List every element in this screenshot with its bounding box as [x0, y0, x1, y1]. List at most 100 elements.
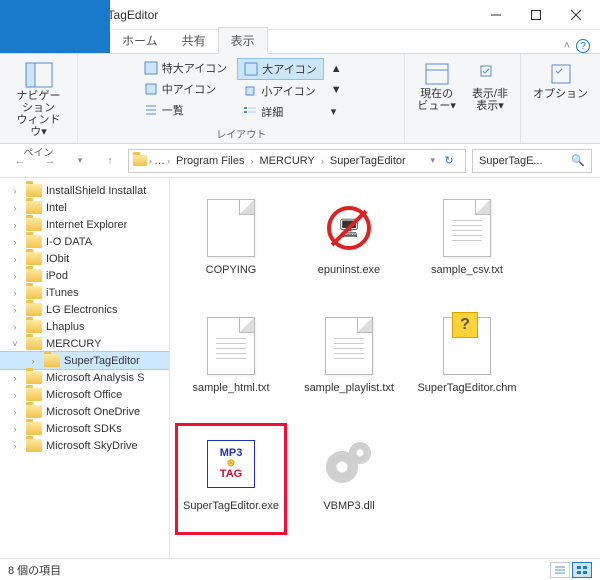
tree-item-label: Lhaplus	[46, 321, 85, 333]
tree-item[interactable]: ˅MERCURY	[0, 335, 169, 352]
show-hide-button[interactable]: 表示/非 表示▾	[466, 58, 514, 116]
tree-item[interactable]: ›SuperTagEditor	[0, 352, 169, 369]
layout-options: 特大アイコン 中アイコン 一覧 大アイコン 小アイコン 詳細 ▲ ▼ ▾	[138, 58, 345, 122]
expand-icon[interactable]: ›	[8, 186, 22, 196]
breadcrumb-item[interactable]: SuperTagEditor	[326, 155, 410, 167]
tree-item-label: Microsoft SkyDrive	[46, 440, 138, 452]
file-icon: 🖥	[321, 196, 377, 260]
folder-icon	[26, 422, 42, 435]
tree-item[interactable]: ›I-O DATA	[0, 233, 169, 250]
tab-view[interactable]: 表示	[218, 27, 268, 54]
collapse-ribbon-icon[interactable]: ˄	[564, 40, 570, 52]
layout-list[interactable]: 一覧	[138, 100, 233, 120]
layout-detail[interactable]: 詳細	[237, 102, 323, 122]
nav-pane-button[interactable]: ナビゲーション ウィンドウ▾	[6, 58, 71, 142]
group-label	[461, 130, 464, 141]
expand-icon[interactable]: ›	[8, 305, 22, 315]
file-label: epuninst.exe	[316, 264, 382, 277]
nav-tree[interactable]: ›InstallShield Installat›Intel›Internet …	[0, 178, 170, 558]
layout-l[interactable]: 大アイコン	[237, 58, 323, 80]
group-label	[559, 130, 562, 141]
tree-item[interactable]: › Lhaplus	[0, 318, 169, 335]
file-item[interactable]: sample_html.txt	[176, 306, 286, 416]
tree-item[interactable]: ›iTunes	[0, 284, 169, 301]
file-item[interactable]: SuperTagEditor.chm	[412, 306, 522, 416]
ribbon-group-options: オプション	[521, 54, 600, 143]
tree-item[interactable]: ›iPod	[0, 267, 169, 284]
breadcrumb-ellipsis[interactable]: …	[154, 155, 165, 167]
ribbon-group-pane: ナビゲーション ウィンドウ▾ ペイン	[0, 54, 78, 143]
expand-icon[interactable]: ▾	[331, 105, 342, 118]
tab-home[interactable]: ホーム	[110, 28, 170, 53]
expand-icon[interactable]: ›	[8, 220, 22, 230]
status-bar: 8 個の項目	[0, 558, 600, 580]
expand-icon[interactable]: ˅	[8, 339, 22, 349]
tab-share[interactable]: 共有	[170, 28, 218, 53]
expand-icon[interactable]: ›	[8, 441, 22, 451]
forward-button[interactable]: →	[38, 149, 62, 173]
layout-s[interactable]: 小アイコン	[237, 81, 323, 101]
recent-dropdown[interactable]: ▾	[68, 149, 92, 173]
tree-item[interactable]: ›Microsoft OneDrive	[0, 403, 169, 420]
chevron-right-icon[interactable]: ›	[149, 156, 152, 166]
file-item[interactable]: sample_playlist.txt	[294, 306, 404, 416]
file-item[interactable]: VBMP3.dll	[294, 424, 404, 534]
tree-item[interactable]: ›Microsoft Analysis S	[0, 369, 169, 386]
layout-xl[interactable]: 特大アイコン	[138, 58, 233, 78]
file-label: sample_csv.txt	[429, 264, 505, 277]
breadcrumb-bar[interactable]: › … › Program Files › MERCURY › SuperTag…	[128, 149, 466, 173]
tree-item[interactable]: › LG Electronics	[0, 301, 169, 318]
breadcrumb-item[interactable]: Program Files	[172, 155, 248, 167]
tree-item[interactable]: › Microsoft SkyDrive	[0, 437, 169, 454]
tree-item[interactable]: ›Internet Explorer	[0, 216, 169, 233]
expand-icon[interactable]: ›	[8, 424, 22, 434]
view-details-button[interactable]	[550, 562, 570, 578]
maximize-button[interactable]	[516, 1, 556, 29]
chevron-down-icon[interactable]: ▾	[430, 155, 435, 166]
file-item[interactable]: COPYING	[176, 188, 286, 298]
expand-icon[interactable]: ›	[8, 271, 22, 281]
folder-icon	[26, 252, 42, 265]
layout-m[interactable]: 中アイコン	[138, 79, 233, 99]
scroll-down-icon[interactable]: ▼	[331, 84, 342, 96]
expand-icon[interactable]: ›	[8, 288, 22, 298]
tree-item-label: IObit	[46, 253, 69, 265]
view-icons-button[interactable]	[572, 562, 592, 578]
expand-icon[interactable]: ›	[8, 237, 22, 247]
back-button[interactable]: ←	[8, 149, 32, 173]
tab-file[interactable]: ファイル	[0, 0, 110, 53]
minimize-button[interactable]	[476, 1, 516, 29]
refresh-button[interactable]: ↻	[437, 149, 461, 173]
search-input[interactable]: SuperTagE... 🔍	[472, 149, 592, 173]
options-button[interactable]: オプション	[527, 58, 594, 104]
ribbon-group-layout: 特大アイコン 中アイコン 一覧 大アイコン 小アイコン 詳細 ▲▼▾ レイアウト	[78, 54, 405, 143]
expand-icon[interactable]: ›	[26, 356, 40, 366]
up-button[interactable]: ↑	[98, 149, 122, 173]
expand-icon[interactable]: ›	[8, 390, 22, 400]
tree-item-label: Intel	[46, 202, 67, 214]
file-grid[interactable]: COPYING 🖥 epuninst.exe sample_csv.txtsample…	[170, 178, 600, 558]
current-view-button[interactable]: 現在の ビュー▾	[411, 58, 462, 116]
file-item[interactable]: 🖥 epuninst.exe	[294, 188, 404, 298]
tree-item[interactable]: › IObit	[0, 250, 169, 267]
tree-item[interactable]: › Intel	[0, 199, 169, 216]
file-label: sample_html.txt	[190, 382, 271, 395]
file-label: COPYING	[204, 264, 259, 277]
tree-item[interactable]: ›InstallShield Installat	[0, 182, 169, 199]
file-item[interactable]: MP3⊛TAGSuperTagEditor.exe	[176, 424, 286, 534]
address-bar: ← → ▾ ↑ › … › Program Files › MERCURY › …	[0, 144, 600, 178]
expand-icon[interactable]: ›	[8, 373, 22, 383]
close-button[interactable]	[556, 1, 596, 29]
expand-icon[interactable]: ›	[8, 322, 22, 332]
expand-icon[interactable]: ›	[8, 254, 22, 264]
ribbon: ナビゲーション ウィンドウ▾ ペイン 特大アイコン 中アイコン 一覧 大アイコン…	[0, 54, 600, 144]
file-item[interactable]: sample_csv.txt	[412, 188, 522, 298]
scroll-up-icon[interactable]: ▲	[331, 63, 342, 75]
tree-item[interactable]: ›Microsoft Office	[0, 386, 169, 403]
tree-item-label: LG Electronics	[46, 304, 118, 316]
breadcrumb-item[interactable]: MERCURY	[255, 155, 318, 167]
expand-icon[interactable]: ›	[8, 407, 22, 417]
help-icon[interactable]: ?	[576, 39, 590, 53]
tree-item[interactable]: ›Microsoft SDKs	[0, 420, 169, 437]
expand-icon[interactable]: ›	[8, 203, 22, 213]
